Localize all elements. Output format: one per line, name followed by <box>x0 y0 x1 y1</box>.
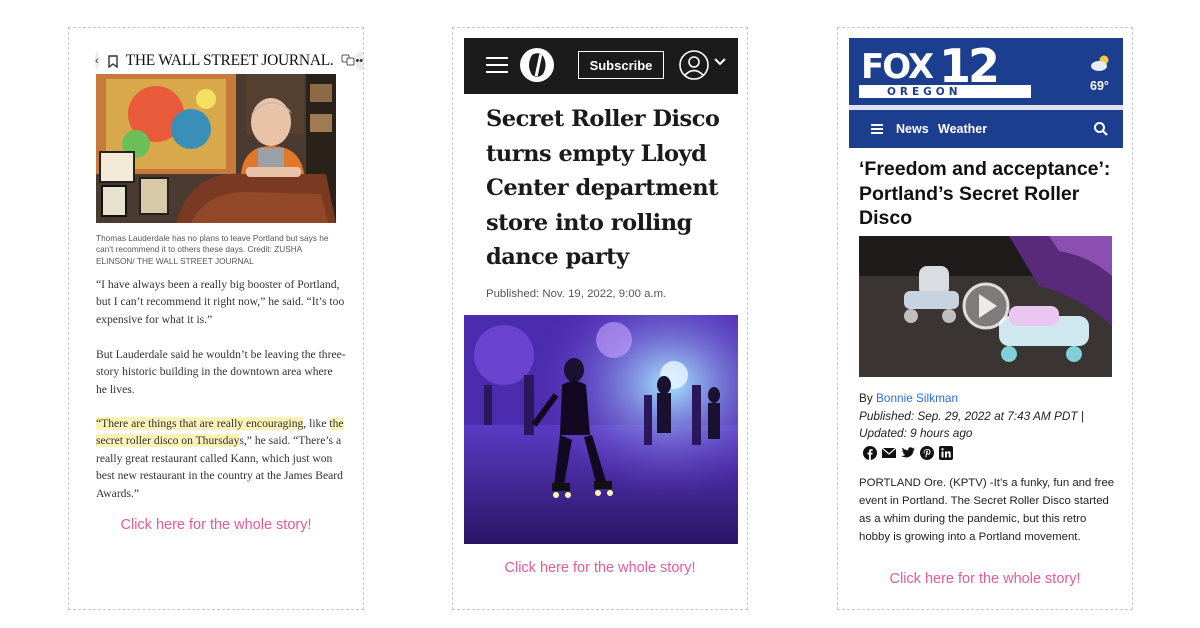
article-meta: By Bonnie Silkman Published: Sep. 29, 20… <box>859 390 1123 443</box>
more-options-icon[interactable]: ••• <box>355 52 363 70</box>
byline: By Bonnie Silkman <box>859 390 1123 408</box>
fox12-nav-bar: News Weather <box>849 110 1123 148</box>
updated-date: Updated: 9 hours ago <box>859 426 973 441</box>
photo-caption: Thomas Lauderdale has no plans to leave … <box>96 233 329 266</box>
temperature-readout: 69° <box>1090 79 1109 93</box>
published-date: Published: Nov. 19, 2022, 9:00 a.m. <box>486 288 667 300</box>
share-bar <box>862 446 953 460</box>
wsj-article-card: ‹ THE WALL STREET JOURNAL. ••• <box>68 27 364 610</box>
article-paragraph: But Lauderdale said he wouldn’t be leavi… <box>96 348 346 396</box>
svg-text:FOX: FOX <box>861 47 934 87</box>
back-icon[interactable]: ‹ <box>95 52 99 70</box>
published-date: Published: Sep. 29, 2022 at 7:43 AM PDT … <box>859 408 1123 426</box>
hamburger-menu-icon[interactable] <box>871 124 883 134</box>
wsj-toolbar: ‹ THE WALL STREET JOURNAL. ••• <box>95 50 363 72</box>
article-headline: ‘Freedom and acceptance’: Portland’s Sec… <box>859 158 1111 229</box>
highlighted-text: “There are things that are really encour… <box>96 417 304 430</box>
facebook-icon[interactable] <box>862 446 877 460</box>
search-icon[interactable] <box>1093 121 1109 137</box>
chevron-down-icon[interactable] <box>713 55 727 69</box>
oregonian-header: Subscribe <box>464 38 738 94</box>
whole-story-link[interactable]: Click here for the whole story! <box>453 560 747 576</box>
article-paragraph: “I have always been a really big booster… <box>96 278 345 326</box>
oregonian-article-card: Subscribe Secret Roller Disco turns empt… <box>452 27 748 610</box>
author-link[interactable]: Bonnie Silkman <box>876 391 958 405</box>
svg-text:OREGON: OREGON <box>887 86 962 98</box>
twitter-icon[interactable] <box>900 446 915 460</box>
article-paragraph: PORTLAND Ore. (KPTV) -It’s a funky, fun … <box>859 477 1115 543</box>
fox12-header: FOX 12 OREGON 69° <box>849 38 1123 105</box>
user-account-icon[interactable] <box>678 49 710 81</box>
meta-separator: | <box>1080 408 1084 423</box>
fox12-logo[interactable]: FOX 12 OREGON <box>859 39 1031 100</box>
article-paragraph: “There are things that are really encour… <box>96 415 346 502</box>
nav-weather[interactable]: Weather <box>938 122 987 136</box>
article-headline: Secret Roller Disco turns empty Lloyd Ce… <box>486 106 720 271</box>
linkedin-icon[interactable] <box>938 446 953 460</box>
published-text: Published: Sep. 29, 2022 at 7:43 AM PDT <box>859 408 1078 423</box>
nav-news[interactable]: News <box>896 122 929 136</box>
oregonian-logo[interactable] <box>520 48 554 82</box>
whole-story-link[interactable]: Click here for the whole story! <box>69 517 363 533</box>
hamburger-menu-icon[interactable] <box>486 57 508 73</box>
paragraph-text: , like <box>303 417 330 430</box>
pinterest-icon[interactable] <box>919 446 934 460</box>
video-thumbnail[interactable] <box>859 236 1112 377</box>
subscribe-button[interactable]: Subscribe <box>578 51 664 79</box>
fox12-article-card: FOX 12 OREGON 69° News Weather ‘Freedom … <box>837 27 1133 610</box>
byline-prefix: By <box>859 391 877 405</box>
whole-story-link[interactable]: Click here for the whole story! <box>838 571 1132 587</box>
wsj-article-photo <box>96 74 336 223</box>
wsj-logo: THE WALL STREET JOURNAL. <box>125 52 334 69</box>
bookmark-icon[interactable] <box>107 52 118 70</box>
partly-cloudy-icon <box>1089 54 1113 72</box>
email-icon[interactable] <box>881 446 896 460</box>
roller-disco-photo <box>464 315 738 544</box>
translate-icon[interactable] <box>341 53 355 70</box>
